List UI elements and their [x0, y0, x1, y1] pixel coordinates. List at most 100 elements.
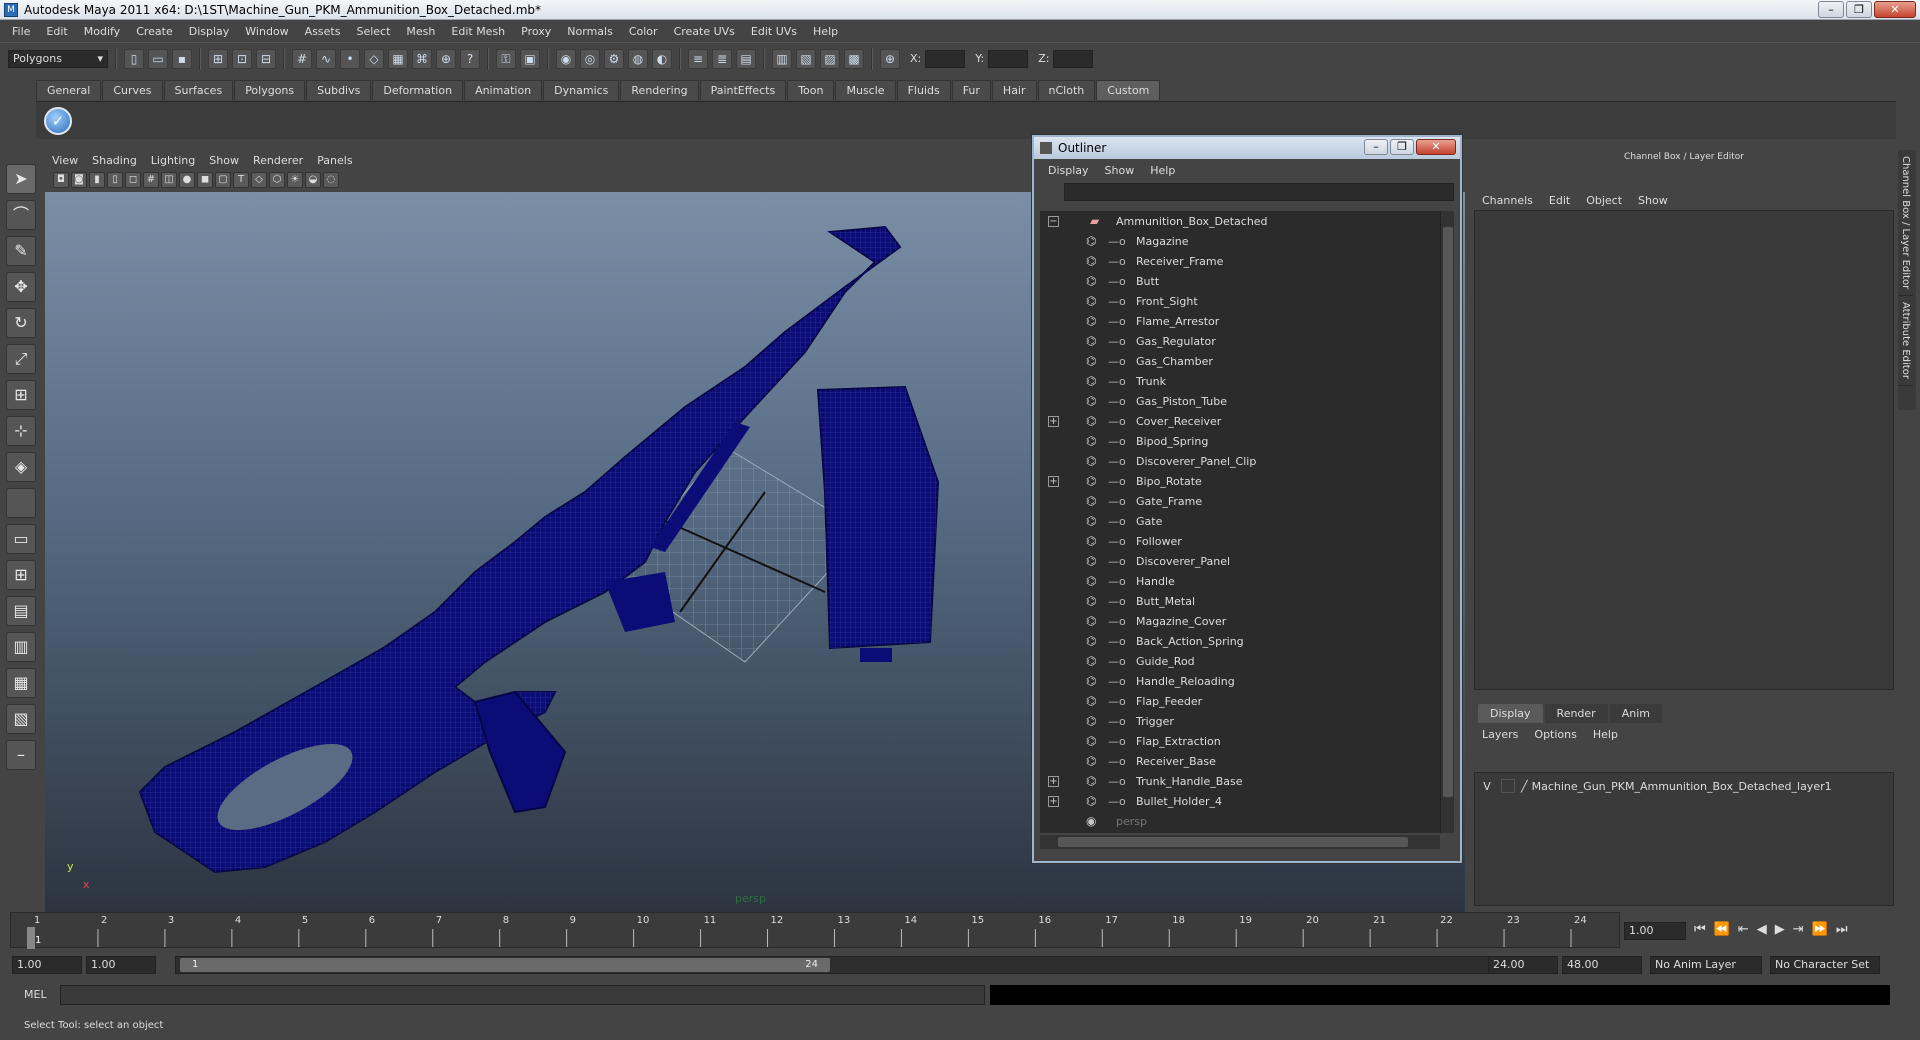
outliner-item[interactable]: ⌬ —o Gas_Regulator: [1040, 331, 1440, 351]
viewport-menu-lighting[interactable]: Lighting: [144, 154, 202, 167]
outliner-item[interactable]: ⌬ —o Guide_Rod: [1040, 651, 1440, 671]
single-pane-layout-icon[interactable]: ▭: [6, 524, 36, 554]
outliner-item[interactable]: ⌬ —o Handle_Reloading: [1040, 671, 1440, 691]
xray-icon[interactable]: ◇: [251, 172, 267, 188]
outliner-item[interactable]: ⌬ —o Discoverer_Panel_Clip: [1040, 451, 1440, 471]
outliner-menu-help[interactable]: Help: [1142, 164, 1183, 177]
play-backward-icon[interactable]: ◀: [1757, 922, 1767, 937]
snap-history-icon[interactable]: ⊕: [436, 48, 456, 69]
channel-menu-channels[interactable]: Channels: [1474, 194, 1541, 207]
z-field[interactable]: [1053, 49, 1094, 68]
range-slider-thumb[interactable]: 1 24: [180, 958, 830, 972]
current-frame-marker[interactable]: [27, 927, 35, 949]
lock-icon[interactable]: ⚿: [496, 48, 516, 69]
outliner-item[interactable]: ⌬ —o Receiver_Frame: [1040, 251, 1440, 271]
hypershade-icon[interactable]: ◍: [628, 48, 648, 69]
select-hierarchy-icon[interactable]: ⊞: [208, 48, 228, 69]
outliner-maximize-button[interactable]: ❐: [1390, 139, 1414, 155]
viewport-menu-show[interactable]: Show: [202, 154, 246, 167]
menu-file[interactable]: File: [4, 25, 38, 38]
outliner-item[interactable]: ⌬ —o Flame_Arrestor: [1040, 311, 1440, 331]
manipulator-tool-icon[interactable]: ⊞: [6, 380, 36, 410]
outliner-item[interactable]: ⌬ —o Front_Sight: [1040, 291, 1440, 311]
outliner-item[interactable]: + ⌬ —o Trunk_Handle_Base: [1040, 771, 1440, 791]
channel-icon[interactable]: ▩: [844, 48, 864, 69]
shelf-tab-painteffects[interactable]: PaintEffects: [699, 80, 787, 100]
isolate-icon[interactable]: ◌: [323, 172, 339, 188]
open-scene-icon[interactable]: ▭: [148, 48, 168, 69]
outliner-item[interactable]: ⌬ —o Handle: [1040, 571, 1440, 591]
shelf-tab-rendering[interactable]: Rendering: [620, 80, 699, 100]
current-time-field[interactable]: 1.00: [1624, 922, 1686, 940]
menu-color[interactable]: Color: [621, 25, 666, 38]
outliner-layout-icon[interactable]: ▤: [6, 596, 36, 626]
select-highlight-icon[interactable]: ▣: [520, 48, 540, 69]
shelf-tab-general[interactable]: General: [36, 80, 102, 100]
viewport-menu-panels[interactable]: Panels: [310, 154, 359, 167]
outliner-item[interactable]: ⌬ —o Gas_Chamber: [1040, 351, 1440, 371]
outliner-item[interactable]: ⌬ —o Magazine_Cover: [1040, 611, 1440, 631]
menu-normals[interactable]: Normals: [559, 25, 621, 38]
shelf-tab-fur[interactable]: Fur: [951, 80, 991, 100]
x-field[interactable]: [925, 49, 966, 68]
step-back-key-icon[interactable]: ⏪: [1714, 922, 1730, 937]
expand-icon[interactable]: +: [1048, 475, 1059, 487]
start-time-field[interactable]: 1.00: [12, 956, 82, 974]
outliner-root-item[interactable]: − ▰ Ammunition_Box_Detached: [1040, 211, 1440, 231]
layer-menu-help[interactable]: Help: [1585, 728, 1626, 741]
end-time-field[interactable]: 48.00: [1562, 956, 1642, 974]
more-layouts-icon[interactable]: –: [6, 740, 36, 770]
shelf-tab-toon[interactable]: Toon: [787, 80, 835, 100]
input-line-icon[interactable]: ≡: [688, 48, 708, 69]
menu-mesh[interactable]: Mesh: [398, 25, 443, 38]
render-view-icon[interactable]: ◐: [652, 48, 672, 69]
outliner-item[interactable]: ⌬ —o Bipod_Spring: [1040, 431, 1440, 451]
help-icon[interactable]: ?: [460, 48, 480, 69]
outliner-item[interactable]: + ⌬ —o Bipo_Rotate: [1040, 471, 1440, 491]
menu-select[interactable]: Select: [348, 25, 398, 38]
shelf-tab-polygons[interactable]: Polygons: [234, 80, 306, 100]
outliner-item[interactable]: ⌬ —o Discoverer_Panel: [1040, 551, 1440, 571]
outliner-item[interactable]: + ⌬ —o Bullet_Holder_4: [1040, 791, 1440, 811]
step-forward-frame-icon[interactable]: ⇥: [1793, 922, 1804, 937]
outliner-item[interactable]: ⌬ —o Gate_Frame: [1040, 491, 1440, 511]
channel-menu-object[interactable]: Object: [1578, 194, 1630, 207]
maximize-button[interactable]: ❐: [1846, 1, 1872, 18]
shelf-tab-hair[interactable]: Hair: [991, 80, 1037, 100]
viewport-menu-view[interactable]: View: [45, 154, 85, 167]
playback-start-field[interactable]: 1.00: [86, 956, 156, 974]
minimize-button[interactable]: –: [1818, 1, 1844, 18]
bounding-box-icon[interactable]: ▢: [215, 172, 231, 188]
outliner-title-bar[interactable]: Outliner – ❐ ✕: [1034, 137, 1460, 159]
time-slider[interactable]: 1 2 3 4 5 6 7 8 9 10 11 12 13 14 15 16 17 18 19 20 21 22 23 24 1: [10, 912, 1620, 949]
snap-live-icon[interactable]: ⌘: [412, 48, 432, 69]
render-settings-icon[interactable]: ⚙: [604, 48, 624, 69]
graph-icon[interactable]: ▥: [772, 48, 792, 69]
film-gate-icon[interactable]: ◻: [125, 172, 141, 188]
y-field[interactable]: [988, 49, 1029, 68]
menu-edit-mesh[interactable]: Edit Mesh: [443, 25, 513, 38]
command-language-label[interactable]: MEL: [24, 988, 47, 1001]
command-input[interactable]: [60, 985, 985, 1005]
viewport-menu-shading[interactable]: Shading: [85, 154, 144, 167]
menu-display[interactable]: Display: [181, 25, 238, 38]
go-to-end-icon[interactable]: ⏭: [1836, 922, 1848, 937]
move-tool-icon[interactable]: ✥: [6, 272, 36, 302]
expand-icon[interactable]: +: [1048, 415, 1059, 427]
outliner-item[interactable]: ⌬ —o Flap_Feeder: [1040, 691, 1440, 711]
shelf-tab-surfaces[interactable]: Surfaces: [163, 80, 234, 100]
script-editor-icon[interactable]: ▤: [736, 48, 756, 69]
flat-shade-icon[interactable]: ◼: [197, 172, 213, 188]
outliner-filter-input[interactable]: [1064, 183, 1454, 201]
soft-mod-tool-icon[interactable]: ⊹: [6, 416, 36, 446]
tool-settings-icon[interactable]: ▨: [820, 48, 840, 69]
select-tool-icon[interactable]: ➤: [6, 164, 36, 194]
channel-menu-show[interactable]: Show: [1630, 194, 1676, 207]
menu-help[interactable]: Help: [805, 25, 846, 38]
outliner-horizontal-scrollbar[interactable]: [1040, 835, 1440, 849]
checkmark-shelf-icon[interactable]: ✓: [44, 107, 72, 135]
outliner-item[interactable]: ⌬ —o Magazine: [1040, 231, 1440, 251]
outliner-item[interactable]: ⌬ —o Butt_Metal: [1040, 591, 1440, 611]
menu-proxy[interactable]: Proxy: [513, 25, 559, 38]
shelf-tab-dynamics[interactable]: Dynamics: [543, 80, 620, 100]
